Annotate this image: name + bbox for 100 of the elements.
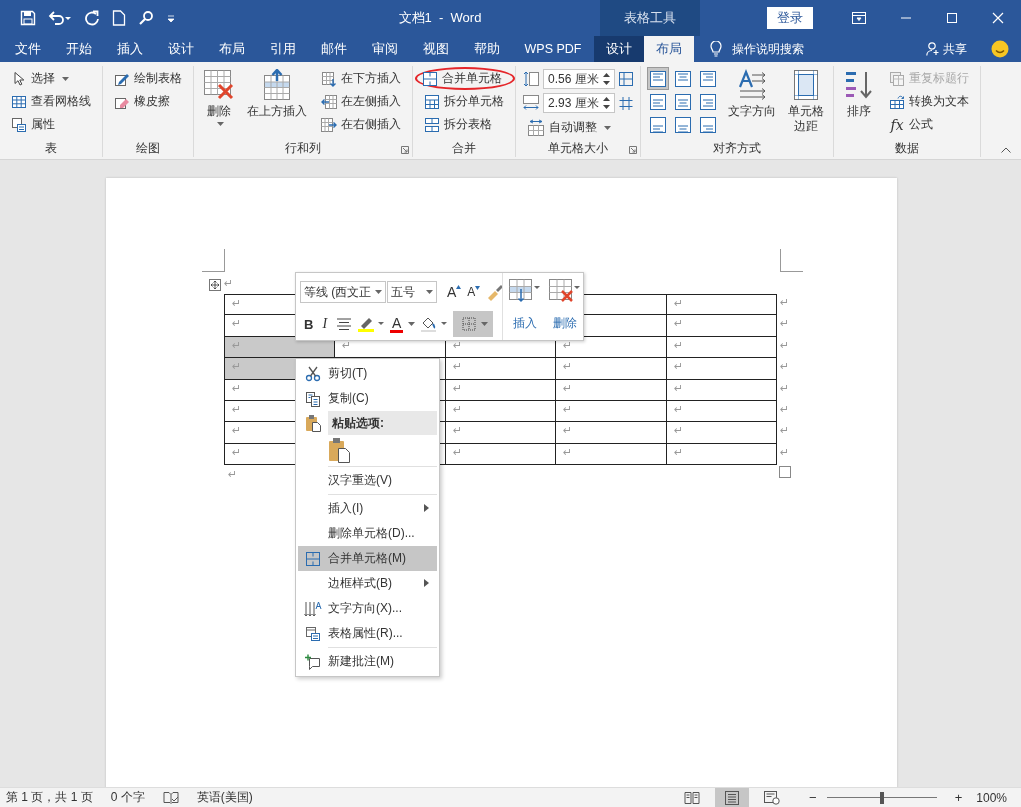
tell-me-search[interactable]: 操作说明搜索 bbox=[731, 40, 804, 58]
paste-option-button[interactable] bbox=[328, 437, 350, 463]
ribbon-button[interactable]: 合并单元格 bbox=[415, 67, 515, 90]
spinner-arrows-icon[interactable] bbox=[603, 96, 610, 110]
ribbon-tab[interactable]: 布局 bbox=[206, 36, 257, 62]
menu-item[interactable]: 汉字重选(V) bbox=[298, 468, 437, 493]
shrink-font-button[interactable]: A bbox=[467, 285, 481, 299]
group-label: 单元格大小 bbox=[548, 139, 608, 157]
format-painter-icon[interactable] bbox=[486, 283, 505, 301]
merge-cells-icon bbox=[422, 70, 438, 87]
page-count[interactable]: 第 1 页，共 1 页 bbox=[6, 789, 93, 806]
ribbon-button[interactable]: fx 公式 bbox=[884, 113, 974, 136]
ribbon-tab[interactable]: 开始 bbox=[53, 36, 104, 62]
undo-icon[interactable] bbox=[48, 10, 72, 26]
distribute-rows-icon[interactable] bbox=[618, 71, 634, 87]
redo-icon[interactable] bbox=[84, 10, 100, 26]
share-button[interactable]: 共享 bbox=[943, 40, 967, 58]
ribbon-button[interactable]: 绘制表格 bbox=[109, 67, 187, 90]
close-icon[interactable] bbox=[992, 12, 1004, 24]
sign-in-button[interactable]: 登录 bbox=[767, 7, 813, 29]
font-name-field[interactable]: 等线 (西文正 bbox=[300, 281, 386, 303]
ribbon-button[interactable]: 在右侧插入 bbox=[316, 113, 406, 136]
ribbon-button[interactable]: 自动调整 bbox=[522, 116, 634, 139]
ribbon-tab[interactable]: 邮件 bbox=[308, 36, 359, 62]
smiley-icon[interactable] bbox=[991, 40, 1009, 58]
collapse-ribbon-icon[interactable] bbox=[1001, 147, 1011, 153]
size-field[interactable]: 0.56 厘米 bbox=[543, 69, 615, 89]
ribbon-button[interactable]: 属性 bbox=[6, 113, 96, 136]
ribbon-button[interactable]: 转换为文本 bbox=[884, 90, 974, 113]
dialog-launcher-icon[interactable] bbox=[629, 146, 637, 154]
grow-font-button[interactable]: A bbox=[447, 284, 462, 300]
menu-item[interactable]: 边框样式(B) bbox=[298, 571, 437, 596]
align-button[interactable] bbox=[647, 67, 669, 90]
italic-button[interactable]: I bbox=[318, 316, 332, 332]
ribbon-button[interactable]: 橡皮擦 bbox=[109, 90, 187, 113]
spinner-arrows-icon[interactable] bbox=[603, 72, 610, 86]
menu-item[interactable]: 插入(I) bbox=[298, 496, 437, 521]
save-icon[interactable] bbox=[20, 10, 36, 26]
ribbon-button[interactable]: 单元格 边距 bbox=[785, 66, 827, 139]
menu-item[interactable]: 合并单元格(M) bbox=[298, 546, 437, 571]
ribbon-tab[interactable]: 布局 bbox=[643, 36, 694, 62]
table-resize-handle[interactable] bbox=[779, 466, 791, 478]
ribbon-tab[interactable]: 引用 bbox=[257, 36, 308, 62]
repeat-header-icon bbox=[889, 70, 905, 87]
menu-item[interactable]: 删除单元格(D)... bbox=[298, 521, 437, 546]
window-title: 文档1 - Word bbox=[397, 9, 483, 27]
new-document-icon[interactable] bbox=[112, 10, 126, 26]
distribute-columns-icon[interactable] bbox=[618, 95, 634, 111]
ribbon-tab[interactable]: WPS PDF bbox=[512, 36, 594, 62]
ribbon-button[interactable]: 在左侧插入 bbox=[316, 90, 406, 113]
ribbon-button[interactable]: 查看网格线 bbox=[6, 90, 96, 113]
properties-icon bbox=[11, 116, 27, 133]
proofing-icon[interactable] bbox=[162, 790, 179, 805]
size-field[interactable]: 2.93 厘米 bbox=[543, 93, 615, 113]
zoom-out-button[interactable]: − bbox=[809, 790, 817, 805]
pointer-icon bbox=[11, 70, 27, 87]
dialog-launcher-icon[interactable] bbox=[401, 146, 409, 154]
ribbon-tab[interactable]: 审阅 bbox=[359, 36, 410, 62]
insert-below-icon bbox=[321, 70, 337, 87]
zoom-in-button[interactable]: + bbox=[954, 790, 963, 805]
ribbon-display-icon[interactable] bbox=[852, 12, 866, 24]
font-color-button[interactable]: A bbox=[390, 315, 404, 333]
zoom-level[interactable]: 100% bbox=[976, 790, 1007, 805]
zoom-thumb[interactable] bbox=[879, 791, 884, 804]
word-count[interactable]: 0 个字 bbox=[110, 789, 145, 806]
borders-button[interactable] bbox=[453, 311, 494, 337]
lightbulb-icon[interactable] bbox=[709, 41, 722, 57]
book-icon bbox=[684, 790, 701, 805]
ribbon-button[interactable]: 在上方插入 bbox=[244, 66, 310, 139]
ribbon-tab[interactable]: 视图 bbox=[410, 36, 461, 62]
ribbon-button[interactable]: 排序 bbox=[840, 66, 878, 139]
menu-item[interactable]: 新建批注(M) bbox=[298, 649, 437, 674]
menu-item[interactable]: 表格属性(R)... bbox=[298, 621, 437, 646]
search-icon[interactable] bbox=[138, 10, 154, 26]
group-label: 绘图 bbox=[136, 139, 160, 157]
customize-caret-icon[interactable] bbox=[166, 13, 176, 23]
ribbon-button[interactable]: 拆分单元格 bbox=[419, 90, 509, 113]
shading-icon[interactable] bbox=[420, 315, 449, 333]
language-indicator[interactable]: 英语(美国) bbox=[196, 789, 253, 806]
ribbon-button[interactable]: 拆分表格 bbox=[419, 113, 509, 136]
table-move-handle-icon[interactable] bbox=[209, 279, 221, 291]
maximize-icon[interactable] bbox=[946, 12, 958, 24]
ribbon-button[interactable]: 选择 bbox=[6, 67, 96, 90]
menu-item[interactable]: 文字方向(X)... bbox=[298, 596, 437, 621]
center-align-icon[interactable] bbox=[336, 317, 353, 331]
ribbon-tab[interactable]: 设计 bbox=[155, 36, 206, 62]
highlighter-icon[interactable] bbox=[357, 316, 386, 332]
ribbon-tab[interactable]: 帮助 bbox=[461, 36, 512, 62]
ribbon-button[interactable]: 文字方向 bbox=[725, 66, 779, 139]
person-icon[interactable] bbox=[926, 42, 940, 56]
font-size-field[interactable]: 五号 bbox=[387, 281, 437, 303]
dropdown-caret-icon[interactable] bbox=[408, 322, 416, 326]
ribbon-tab[interactable]: 插入 bbox=[104, 36, 155, 62]
bold-button[interactable]: B bbox=[304, 316, 314, 332]
ribbon-tab[interactable]: 设计 bbox=[593, 36, 644, 62]
ribbon-tab[interactable]: 文件 bbox=[2, 36, 53, 62]
ribbon-button[interactable]: 删除 bbox=[200, 66, 238, 139]
view-mode-button[interactable] bbox=[715, 788, 750, 807]
ribbon-button[interactable]: 在下方插入 bbox=[316, 67, 406, 90]
menu-header: 粘贴选项: bbox=[328, 411, 437, 435]
